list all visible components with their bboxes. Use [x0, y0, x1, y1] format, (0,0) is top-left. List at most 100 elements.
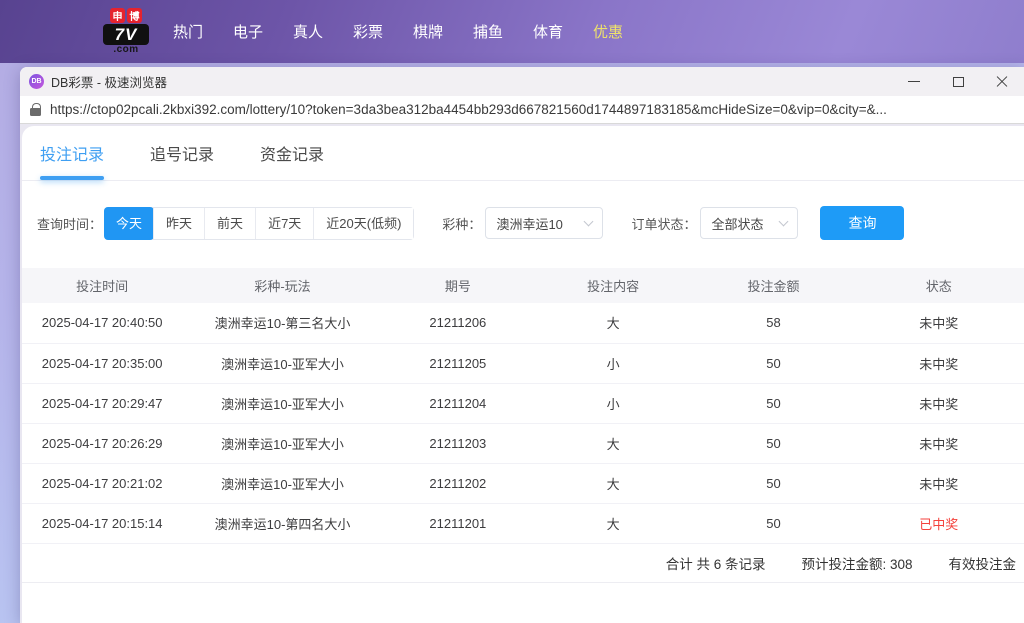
- status-filter-label: 订单状态：: [631, 216, 697, 232]
- cell-amount: 50: [693, 503, 854, 544]
- cell-status: 未中奖: [853, 383, 1024, 424]
- table-row: 2025-04-17 20:15:14 澳洲幸运10-第四名大小 2121120…: [22, 503, 1024, 544]
- window-title: DB彩票 - 极速浏览器: [51, 76, 167, 90]
- cell-game: 澳洲幸运10-亚军大小: [182, 343, 383, 384]
- cell-issue: 21211203: [382, 423, 533, 464]
- records-panel: 投注记录 追号记录 资金记录 查询时间： 今天 昨天 前天 近7天 近20天(低…: [22, 126, 1024, 623]
- cell-status: 未中奖: [853, 303, 1024, 344]
- header-issue: 期号: [382, 268, 533, 303]
- logo-badges: 申 博: [110, 8, 142, 23]
- logo-badge-right: 博: [127, 8, 142, 23]
- filter-bar: 查询时间： 今天 昨天 前天 近7天 近20天(低频) 彩种： 澳洲幸运10 订…: [37, 206, 1024, 240]
- cell-issue: 21211205: [382, 343, 533, 384]
- time-option-day-before[interactable]: 前天: [204, 207, 256, 239]
- cell-time: 2025-04-17 20:15:14: [22, 503, 183, 544]
- tab-label: 投注记录: [40, 147, 105, 164]
- time-option-7days[interactable]: 近7天: [255, 207, 314, 239]
- cell-status: 未中奖: [853, 463, 1024, 504]
- logo-main-text: 7V: [103, 24, 149, 45]
- logo-sub-text: .com: [113, 44, 139, 55]
- nav-item-fishing[interactable]: 捕鱼: [458, 21, 518, 42]
- maximize-icon: [952, 76, 964, 87]
- header-status: 状态: [853, 268, 1024, 303]
- cell-amount: 50: [693, 343, 854, 384]
- lottery-select-value: 澳洲幸运10: [496, 216, 563, 232]
- cell-game: 澳洲幸运10-亚军大小: [182, 383, 383, 424]
- nav-item-hot[interactable]: 热门: [158, 21, 218, 42]
- cell-amount: 50: [693, 463, 854, 504]
- table-header-row: 投注时间 彩种-玩法 期号 投注内容 投注金额 状态: [22, 268, 1024, 303]
- cell-bet: 大: [533, 503, 694, 544]
- page-content: 投注记录 追号记录 资金记录 查询时间： 今天 昨天 前天 近7天 近20天(低…: [20, 124, 1024, 623]
- tab-label: 追号记录: [150, 147, 215, 164]
- cell-amount: 50: [693, 423, 854, 464]
- search-button[interactable]: 查询: [820, 206, 905, 240]
- url-text[interactable]: https://ctop02pcali.2kbxi392.com/lottery…: [50, 102, 887, 117]
- address-bar[interactable]: https://ctop02pcali.2kbxi392.com/lottery…: [20, 96, 1024, 124]
- cell-bet: 小: [533, 383, 694, 424]
- site-banner: 申 博 7V .com 热门 电子 真人 彩票 棋牌 捕鱼 体育 优惠: [0, 0, 1024, 63]
- tab-chase-records[interactable]: 追号记录: [150, 126, 214, 180]
- nav-item-sports[interactable]: 体育: [518, 21, 578, 42]
- header-bet-time: 投注时间: [22, 268, 183, 303]
- order-status-select[interactable]: 全部状态: [700, 207, 799, 239]
- cell-game: 澳洲幸运10-亚军大小: [182, 423, 383, 464]
- summary-expected-amount: 预计投注金额: 308: [801, 556, 913, 572]
- chevron-down-icon: [583, 216, 594, 226]
- nav-item-lottery[interactable]: 彩票: [338, 21, 398, 42]
- cell-time: 2025-04-17 20:21:02: [22, 463, 183, 504]
- cell-amount: 58: [693, 303, 854, 344]
- time-option-today[interactable]: 今天: [104, 206, 155, 240]
- close-icon: [996, 76, 1008, 88]
- cell-issue: 21211206: [382, 303, 533, 344]
- minimize-button[interactable]: [892, 67, 936, 96]
- cell-status: 未中奖: [853, 343, 1024, 384]
- header-bet-amount: 投注金额: [693, 268, 854, 303]
- time-filter-group: 今天 昨天 前天 近7天 近20天(低频): [104, 206, 415, 240]
- main-nav: 热门 电子 真人 彩票 棋牌 捕鱼 体育 优惠: [158, 21, 638, 42]
- window-titlebar[interactable]: DB DB彩票 - 极速浏览器: [20, 67, 1024, 96]
- cell-issue: 21211201: [382, 503, 533, 544]
- cell-amount: 50: [693, 383, 854, 424]
- nav-item-cards[interactable]: 棋牌: [398, 21, 458, 42]
- browser-window: DB DB彩票 - 极速浏览器 https://ctop02pcali.2kbx…: [20, 67, 1024, 623]
- nav-item-slots[interactable]: 电子: [218, 21, 278, 42]
- tab-label: 资金记录: [260, 147, 325, 164]
- cell-bet: 大: [533, 463, 694, 504]
- cell-issue: 21211204: [382, 383, 533, 424]
- cell-issue: 21211202: [382, 463, 533, 504]
- bet-records-table: 投注时间 彩种-玩法 期号 投注内容 投注金额 状态 2025-04-17 20…: [22, 268, 1024, 544]
- logo-badge-left: 申: [110, 8, 125, 23]
- chevron-down-icon: [779, 216, 789, 226]
- tab-bet-records[interactable]: 投注记录: [40, 126, 104, 180]
- summary-valid-amount: 有效投注金: [948, 556, 1017, 572]
- header-bet-content: 投注内容: [533, 268, 694, 303]
- cell-status: 已中奖: [853, 503, 1024, 544]
- lottery-filter-label: 彩种：: [442, 216, 482, 232]
- table-row: 2025-04-17 20:29:47 澳洲幸运10-亚军大小 21211204…: [22, 383, 1024, 424]
- browser-favicon-icon: DB: [29, 74, 44, 89]
- tab-fund-records[interactable]: 资金记录: [260, 126, 324, 180]
- cell-bet: 大: [533, 303, 694, 344]
- cell-time: 2025-04-17 20:35:00: [22, 343, 183, 384]
- status-select-value: 全部状态: [711, 216, 764, 232]
- tab-bar: 投注记录 追号记录 资金记录: [22, 126, 1024, 181]
- lottery-select[interactable]: 澳洲幸运10: [485, 207, 604, 239]
- close-button[interactable]: [980, 67, 1024, 96]
- maximize-button[interactable]: [936, 67, 980, 96]
- cell-bet: 小: [533, 343, 694, 384]
- cell-status: 未中奖: [853, 423, 1024, 464]
- nav-item-promo[interactable]: 优惠: [578, 21, 638, 42]
- site-logo[interactable]: 申 博 7V .com: [102, 8, 150, 55]
- time-option-20days[interactable]: 近20天(低频): [313, 207, 414, 239]
- nav-item-live[interactable]: 真人: [278, 21, 338, 42]
- header-game-play: 彩种-玩法: [182, 268, 383, 303]
- lock-icon[interactable]: [30, 102, 41, 116]
- table-row: 2025-04-17 20:35:00 澳洲幸运10-亚军大小 21211205…: [22, 343, 1024, 384]
- cell-time: 2025-04-17 20:29:47: [22, 383, 183, 424]
- summary-total-count: 合计 共 6 条记录: [665, 556, 766, 572]
- cell-time: 2025-04-17 20:40:50: [22, 303, 183, 344]
- table-row: 2025-04-17 20:40:50 澳洲幸运10-第三名大小 2121120…: [22, 303, 1024, 344]
- cell-bet: 大: [533, 423, 694, 464]
- time-option-yesterday[interactable]: 昨天: [153, 207, 205, 239]
